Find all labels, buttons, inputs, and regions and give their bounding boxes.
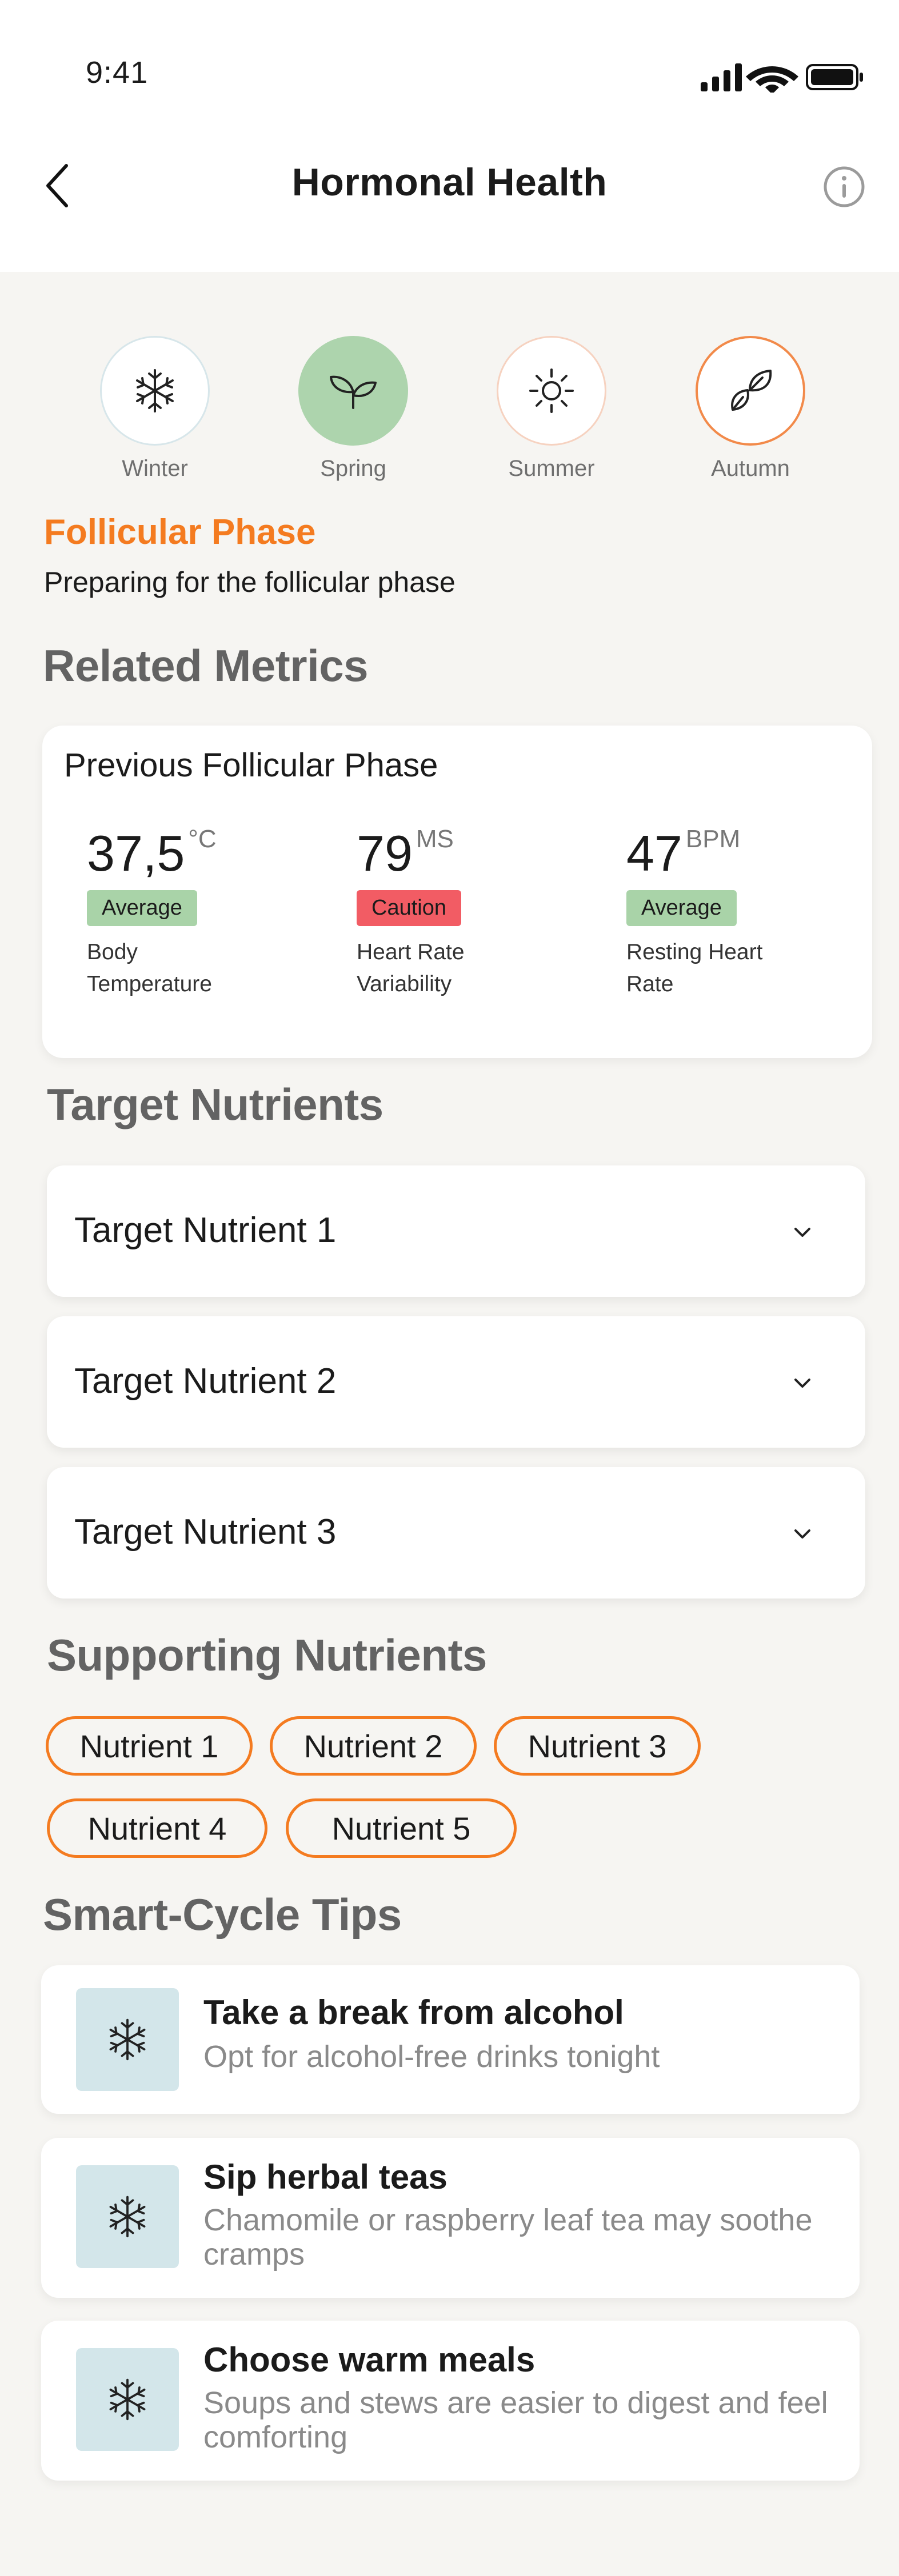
metric-body-temperature: 37,5 °C Average Body Temperature <box>87 825 270 1000</box>
leaves-icon <box>731 370 772 411</box>
battery-icon <box>806 64 863 90</box>
tip-description: Soups and stews are easier to digest and… <box>203 2386 828 2454</box>
metric-heart-rate-variability: 79 MS Caution Heart Rate Variability <box>357 825 540 1000</box>
tip-icon-box <box>76 2165 179 2268</box>
tip-title: Take a break from alcohol <box>203 1993 624 2032</box>
nutrient-chip[interactable]: Nutrient 4 <box>47 1798 267 1858</box>
status-time: 9:41 <box>86 55 149 90</box>
target-nutrient-accordion[interactable]: Target Nutrient 3 <box>47 1467 865 1599</box>
tip-icon-box <box>76 2348 179 2451</box>
accordion-title: Target Nutrient 2 <box>74 1361 337 1401</box>
cellular-signal-icon <box>701 63 742 91</box>
season-winter[interactable]: Winter <box>81 336 229 482</box>
season-label: Spring <box>320 456 386 481</box>
nutrient-chip[interactable]: Nutrient 2 <box>270 1716 477 1776</box>
metric-label: Heart Rate Variability <box>357 940 465 996</box>
chevron-down-icon <box>794 1228 810 1237</box>
target-nutrients-heading: Target Nutrients <box>47 1079 383 1129</box>
info-icon[interactable] <box>821 164 867 210</box>
status-badge: Average <box>626 890 737 926</box>
target-nutrient-accordion[interactable]: Target Nutrient 2 <box>47 1316 865 1448</box>
chevron-down-icon <box>794 1379 810 1388</box>
smart-cycle-tips-heading: Smart-Cycle Tips <box>43 1889 402 1940</box>
season-label: Summer <box>508 456 595 481</box>
metric-value: 79 <box>357 825 413 882</box>
season-summer[interactable]: Summer <box>477 336 626 482</box>
snowflake-icon <box>109 2018 146 2061</box>
metric-label: Resting Heart Rate <box>626 940 763 996</box>
metric-unit: MS <box>415 825 454 853</box>
page-title: Hormonal Health <box>291 161 608 204</box>
chevron-down-icon <box>794 1529 810 1539</box>
wifi-icon <box>746 66 798 93</box>
season-label: Autumn <box>711 456 790 481</box>
season-spring-circle <box>298 336 408 446</box>
metrics-card-title: Previous Follicular Phase <box>64 747 438 784</box>
snowflake-icon <box>109 2378 146 2421</box>
supporting-nutrients-heading: Supporting Nutrients <box>47 1630 487 1680</box>
metrics-card: Previous Follicular Phase 37,5 °C Average… <box>42 726 872 1058</box>
season-autumn[interactable]: Autumn <box>676 336 825 482</box>
phase-title: Follicular Phase <box>44 512 316 552</box>
season-summer-circle <box>497 336 606 446</box>
metric-label: Body Temperature <box>87 940 212 996</box>
snowflake-icon <box>109 2196 146 2238</box>
status-badge: Caution <box>357 890 461 926</box>
tip-title: Sip herbal teas <box>203 2158 447 2196</box>
tip-description: Chamomile or raspberry leaf tea may soot… <box>203 2203 813 2271</box>
status-badge: Average <box>87 890 197 926</box>
top-bar: 9:41 Hormonal Health <box>0 0 899 272</box>
tip-icon-box <box>76 1988 179 2091</box>
nutrient-chip[interactable]: Nutrient 5 <box>286 1798 517 1858</box>
metric-unit: BPM <box>685 825 741 853</box>
season-spring[interactable]: Spring <box>279 336 427 482</box>
season-label: Winter <box>122 456 188 481</box>
sprout-icon <box>330 375 377 409</box>
tip-title: Choose warm meals <box>203 2341 536 2379</box>
related-metrics-heading: Related Metrics <box>43 640 369 691</box>
metric-unit: °C <box>188 825 217 853</box>
tip-description: Opt for alcohol-free drinks tonight <box>203 2040 660 2074</box>
target-nutrient-accordion[interactable]: Target Nutrient 1 <box>47 1165 865 1297</box>
tip-card[interactable]: Sip herbal teas Chamomile or raspberry l… <box>41 2138 860 2298</box>
tip-card[interactable]: Take a break from alcohol Opt for alcoho… <box>41 1965 860 2114</box>
nutrient-chip[interactable]: Nutrient 3 <box>494 1716 701 1776</box>
phase-subtitle: Preparing for the follicular phase <box>44 566 456 598</box>
metric-resting-heart-rate: 47 BPM Average Resting Heart Rate <box>626 825 809 1000</box>
accordion-title: Target Nutrient 1 <box>74 1211 337 1250</box>
snowflake-icon <box>136 369 174 412</box>
status-icons <box>701 63 863 93</box>
season-winter-circle <box>100 336 210 446</box>
metric-value: 37,5 <box>87 825 185 882</box>
season-autumn-circle <box>696 336 805 446</box>
metric-value: 47 <box>626 825 682 882</box>
accordion-title: Target Nutrient 3 <box>74 1512 337 1552</box>
tip-card[interactable]: Choose warm meals Soups and stews are ea… <box>41 2321 860 2481</box>
sun-icon <box>529 368 574 413</box>
nutrient-chip[interactable]: Nutrient 1 <box>46 1716 253 1776</box>
